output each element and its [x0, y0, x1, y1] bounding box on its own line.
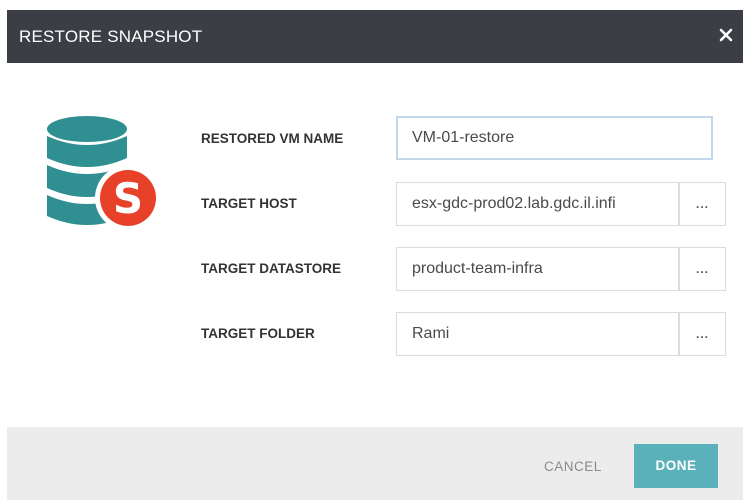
restored-vm-name-label: RESTORED VM NAME: [201, 131, 344, 146]
target-folder-input[interactable]: [396, 312, 679, 356]
done-button[interactable]: DONE: [634, 444, 718, 488]
logo-badge-letter: S: [113, 174, 143, 223]
target-host-input[interactable]: [396, 182, 679, 226]
cancel-button[interactable]: CANCEL: [544, 459, 602, 474]
restore-snapshot-dialog: RESTORE SNAPSHOT S RESTORED VM NAME TARG…: [7, 10, 743, 500]
target-folder-browse-button[interactable]: ...: [679, 312, 726, 356]
database-snapshot-icon: S: [47, 116, 161, 231]
close-icon[interactable]: [715, 24, 737, 46]
target-datastore-browse-button[interactable]: ...: [679, 247, 726, 291]
dialog-title: RESTORE SNAPSHOT: [19, 27, 203, 46]
target-host-browse-button[interactable]: ...: [679, 182, 726, 226]
target-folder-label: TARGET FOLDER: [201, 326, 315, 341]
target-host-label: TARGET HOST: [201, 196, 297, 211]
dialog-footer: [7, 427, 743, 500]
dialog-titlebar: RESTORE SNAPSHOT: [7, 10, 743, 63]
restored-vm-name-input[interactable]: [396, 116, 713, 160]
target-datastore-input[interactable]: [396, 247, 679, 291]
target-datastore-label: TARGET DATASTORE: [201, 261, 341, 276]
